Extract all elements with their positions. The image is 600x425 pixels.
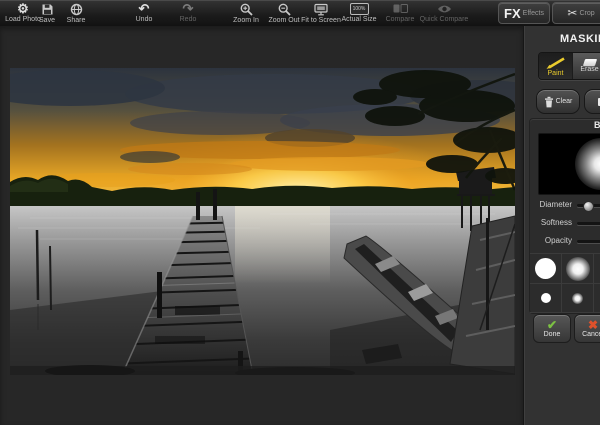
softness-slider-row: Softness [530,217,600,231]
zoom-out-label: Zoom Out [268,16,300,24]
monitor-icon [314,3,328,15]
gear-icon: ⚙ [17,1,29,16]
check-icon: ✔ [546,317,558,332]
zoom-out-icon [278,3,291,16]
brush-preset-hard-small[interactable] [530,284,562,313]
diameter-label: Diameter [539,200,572,209]
brush-preset-soft-tiny[interactable] [594,284,600,313]
brush-preset-grid [530,253,600,313]
erase-button[interactable]: Erase [572,53,600,79]
diameter-slider[interactable] [577,201,600,212]
compare-button[interactable]: Compare [380,1,420,25]
brush-section-header: BRUSH [594,120,600,130]
eye-icon [437,5,451,13]
cancel-label: Cancel [582,330,600,338]
clear-mask-button[interactable]: Clear [536,89,580,114]
brush-preset-soft-large[interactable] [562,254,594,284]
done-button[interactable]: ✔ Done [533,314,571,343]
done-label: Done [543,330,561,338]
share-button[interactable]: Share [62,1,90,25]
clear-label: Clear [555,98,573,105]
zoom-in-icon [240,3,253,16]
zoom-in-label: Zoom In [233,16,259,24]
cross-icon: ✖ [587,317,599,332]
softness-label: Softness [540,218,572,227]
erase-label: Erase [580,66,599,73]
tab-fx-effects[interactable]: FX Effects [498,2,550,24]
actual-size-icon: 100% [349,3,369,15]
paint-button[interactable]: Paint [539,53,572,79]
opacity-slider[interactable] [577,240,600,243]
quick-compare-button[interactable]: Quick Compare [418,1,470,25]
share-label: Share [66,16,86,24]
trash-icon [544,96,553,107]
canvas-area [0,26,523,425]
fit-to-screen-label: Fit to Screen [301,16,341,24]
diameter-slider-row: Diameter [530,199,600,213]
scissors-icon: ✂ [567,6,578,20]
actual-size-badge: 100% [352,6,366,12]
redo-label: Redo [179,16,197,23]
undo-icon: ↶ [138,1,150,16]
photo[interactable] [10,68,515,375]
compare-icon [393,4,408,13]
toolbar: ⚙ Load Photo Save Share ↶ Undo ↷ Redo Zo… [0,0,600,27]
redo-icon: ↷ [182,1,194,16]
zoom-in-button[interactable]: Zoom In [228,1,264,25]
panel-title: MASKING [560,33,600,45]
save-icon [42,4,52,14]
tab-crop[interactable]: ✂ Crop [552,2,600,24]
brush-preset-hard-large[interactable] [530,254,562,284]
photo-shore [10,365,515,375]
opacity-label: Opacity [544,236,572,245]
undo-button[interactable]: ↶ Undo [126,1,162,25]
softness-slider[interactable] [577,222,600,225]
brush-settings-group: BRUSH Diameter Softness Opacity [529,118,600,314]
eraser-icon [582,59,597,66]
paint-brush-icon [546,56,565,69]
actual-size-label: Actual Size [341,16,377,23]
masking-panel: MASKING Paint Erase MASK Clear [523,26,600,425]
photo-water [10,206,515,375]
app-window: ⚙ Load Photo Save Share ↶ Undo ↷ Redo Zo… [0,0,600,425]
save-button[interactable]: Save [34,1,60,25]
opacity-slider-row: Opacity [530,235,600,249]
fx-logo: FX [504,5,521,21]
save-label: Save [39,16,55,24]
brush-preview [538,133,600,195]
redo-button[interactable]: ↷ Redo [170,1,206,25]
globe-icon [70,3,82,15]
invert-mask-button[interactable] [584,89,600,114]
diameter-slider-knob[interactable] [583,201,594,212]
paint-erase-toggle: Paint Erase [538,52,600,80]
brush-preset-soft-medium[interactable] [594,254,600,284]
fx-logo-suffix: Effects [522,9,544,17]
compare-label: Compare [385,16,415,23]
crop-label: Crop [579,9,595,17]
brush-preview-blob [575,138,600,190]
quick-compare-label: Quick Compare [419,16,469,23]
brush-preset-soft-small[interactable] [562,284,594,313]
actual-size-button[interactable]: 100% Actual Size [338,1,380,25]
cancel-button[interactable]: ✖ Cancel [574,314,600,343]
paint-label: Paint [547,69,564,77]
undo-label: Undo [135,16,153,23]
